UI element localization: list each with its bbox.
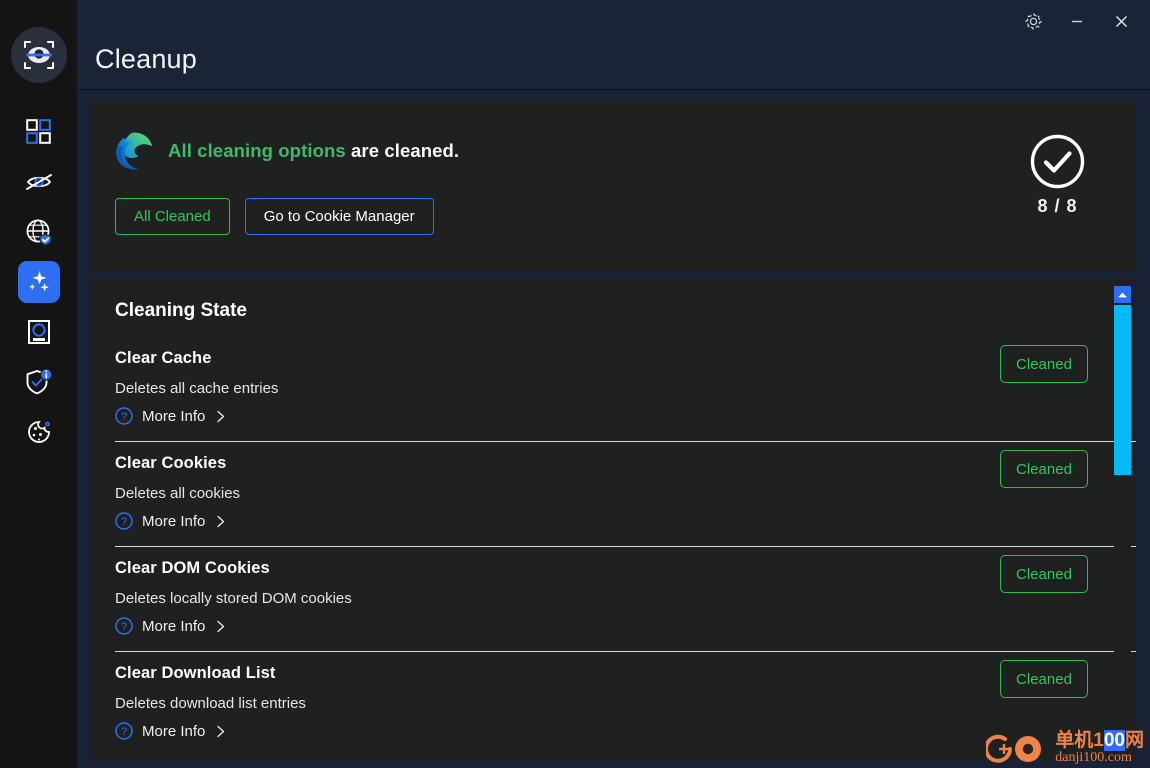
sidebar-item-tracking[interactable] bbox=[18, 161, 60, 203]
close-icon bbox=[1115, 15, 1127, 27]
triangle-up-icon bbox=[1118, 292, 1127, 297]
item-title: Clear DOM Cookies bbox=[115, 559, 270, 577]
sidebar-nav bbox=[0, 111, 77, 453]
chevron-right-icon bbox=[217, 515, 225, 527]
svg-text:?: ? bbox=[121, 726, 127, 738]
sidebar-item-dashboard[interactable] bbox=[18, 111, 60, 153]
more-info-label: More Info bbox=[142, 617, 206, 635]
settings-button[interactable] bbox=[1014, 8, 1052, 34]
svg-text:?: ? bbox=[121, 621, 127, 633]
more-info-link[interactable]: ? More Info bbox=[115, 512, 227, 530]
cookie-icon bbox=[27, 421, 50, 443]
more-info-link[interactable]: ? More Info bbox=[115, 722, 227, 740]
gear-icon bbox=[1024, 12, 1042, 30]
more-info-link[interactable]: ? More Info bbox=[115, 617, 227, 635]
more-info-label: More Info bbox=[142, 407, 206, 425]
banner-message-highlight: All cleaning options bbox=[168, 140, 346, 161]
cleaned-count: 8 / 8 bbox=[1037, 196, 1078, 216]
svg-text:?: ? bbox=[121, 516, 127, 528]
sidebar-item-network[interactable] bbox=[18, 211, 60, 253]
sidebar-item-security[interactable] bbox=[18, 361, 60, 403]
item-status-button[interactable]: Cleaned bbox=[1000, 450, 1088, 488]
question-circle-icon: ? bbox=[115, 617, 133, 635]
item-description: Deletes all cache entries bbox=[115, 380, 279, 397]
question-circle-icon: ? bbox=[115, 512, 133, 530]
main-area: Cleanup All cleaning options are cleaned… bbox=[78, 0, 1150, 768]
title-bar: Cleanup bbox=[78, 0, 1150, 90]
hard-drive-icon bbox=[27, 320, 50, 344]
app-logo bbox=[10, 27, 67, 83]
microsoft-edge-icon bbox=[116, 132, 153, 170]
banner-message-row: All cleaning options are cleaned. bbox=[114, 131, 1110, 171]
go-to-cookie-manager-button[interactable]: Go to Cookie Manager bbox=[244, 198, 434, 235]
grid-squares-icon bbox=[25, 119, 51, 144]
application-window: Cleanup All cleaning options are cleaned… bbox=[0, 0, 1150, 768]
banner-buttons: All Cleaned Go to Cookie Manager bbox=[115, 198, 1110, 235]
item-status-button[interactable]: Cleaned bbox=[1000, 555, 1088, 593]
chevron-right-icon bbox=[217, 725, 225, 737]
more-info-link[interactable]: ? More Info bbox=[115, 407, 227, 425]
cleaning-state-card: Cleaning State Clear Cache Deletes all c… bbox=[92, 278, 1136, 760]
item-description: Deletes all cookies bbox=[115, 485, 241, 502]
item-status-button[interactable]: Cleaned bbox=[1000, 660, 1088, 698]
cleaning-item: Clear Download List Deletes download lis… bbox=[115, 651, 1136, 756]
question-circle-icon: ? bbox=[115, 407, 133, 425]
sidebar-item-cleanup[interactable] bbox=[17, 261, 60, 303]
cleaning-item-list: Clear Cache Deletes all cache entries ? … bbox=[92, 337, 1136, 756]
close-button[interactable] bbox=[1102, 8, 1140, 34]
page-title: Cleanup bbox=[95, 44, 197, 74]
minimize-icon bbox=[1072, 20, 1082, 23]
question-circle-icon: ? bbox=[115, 722, 133, 740]
item-title: Clear Cache bbox=[115, 349, 212, 367]
vertical-scrollbar[interactable] bbox=[1114, 286, 1131, 760]
shield-info-icon bbox=[26, 368, 52, 395]
sidebar-item-cookies[interactable] bbox=[18, 411, 60, 453]
cleaning-state-title: Cleaning State bbox=[115, 300, 247, 321]
content-area: All cleaning options are cleaned. All Cl… bbox=[78, 90, 1150, 768]
eye-scan-logo-icon bbox=[23, 41, 54, 69]
check-circle-icon bbox=[1030, 134, 1085, 189]
banner-message-rest: are cleaned. bbox=[345, 140, 460, 161]
svg-text:?: ? bbox=[121, 411, 127, 423]
scroll-up-button[interactable] bbox=[1114, 286, 1131, 303]
item-title: Clear Download List bbox=[115, 664, 276, 682]
banner-status: 8 / 8 bbox=[1029, 133, 1086, 217]
item-description: Deletes locally stored DOM cookies bbox=[115, 590, 352, 607]
more-info-label: More Info bbox=[142, 722, 206, 740]
more-info-label: More Info bbox=[142, 512, 206, 530]
sparkles-icon bbox=[28, 271, 49, 292]
all-cleaned-button[interactable]: All Cleaned bbox=[115, 198, 230, 235]
window-controls bbox=[1014, 8, 1140, 34]
cleaning-item: Clear Cookies Deletes all cookies ? More… bbox=[115, 441, 1136, 546]
chevron-right-icon bbox=[217, 620, 225, 632]
eye-slash-icon bbox=[25, 174, 52, 190]
globe-shield-icon bbox=[26, 219, 52, 246]
chevron-right-icon bbox=[217, 410, 225, 422]
cleaning-item: Clear DOM Cookies Deletes locally stored… bbox=[115, 546, 1136, 651]
status-banner: All cleaning options are cleaned. All Cl… bbox=[92, 101, 1136, 271]
scrollbar-thumb[interactable] bbox=[1114, 305, 1131, 475]
cleaning-item: Clear Cache Deletes all cache entries ? … bbox=[115, 337, 1136, 441]
item-status-button[interactable]: Cleaned bbox=[1000, 345, 1088, 383]
sidebar-item-storage[interactable] bbox=[18, 311, 60, 353]
minimize-button[interactable] bbox=[1058, 8, 1096, 34]
item-title: Clear Cookies bbox=[115, 454, 227, 472]
sidebar bbox=[0, 0, 78, 768]
item-description: Deletes download list entries bbox=[115, 695, 306, 712]
banner-message: All cleaning options are cleaned. bbox=[168, 140, 459, 162]
